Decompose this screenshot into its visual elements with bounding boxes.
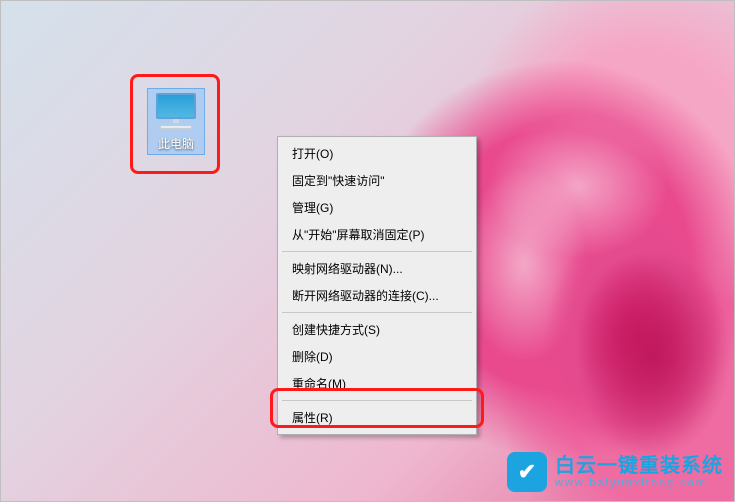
menu-unpin-start[interactable]: 从"开始"屏幕取消固定(P) bbox=[280, 221, 474, 248]
menu-properties[interactable]: 属性(R) bbox=[280, 404, 474, 431]
this-pc-label: 此电脑 bbox=[152, 135, 200, 152]
menu-disconnect-network-drive[interactable]: 断开网络驱动器的连接(C)... bbox=[280, 282, 474, 309]
menu-rename[interactable]: 重命名(M) bbox=[280, 370, 474, 397]
context-menu: 打开(O) 固定到"快速访问" 管理(G) 从"开始"屏幕取消固定(P) 映射网… bbox=[277, 136, 477, 435]
menu-separator bbox=[282, 400, 472, 401]
menu-manage[interactable]: 管理(G) bbox=[280, 194, 474, 221]
this-pc-icon bbox=[152, 93, 200, 133]
menu-delete[interactable]: 删除(D) bbox=[280, 343, 474, 370]
menu-map-network-drive[interactable]: 映射网络驱动器(N)... bbox=[280, 255, 474, 282]
watermark-subtitle: www.baiyunxitong.com bbox=[555, 477, 723, 489]
menu-separator bbox=[282, 251, 472, 252]
menu-pin-quick-access[interactable]: 固定到"快速访问" bbox=[280, 167, 474, 194]
menu-create-shortcut[interactable]: 创建快捷方式(S) bbox=[280, 316, 474, 343]
menu-open[interactable]: 打开(O) bbox=[280, 140, 474, 167]
watermark: ✔ 白云一键重装系统 www.baiyunxitong.com bbox=[507, 452, 723, 492]
watermark-title: 白云一键重装系统 bbox=[555, 455, 723, 477]
desktop-icon-this-pc[interactable]: 此电脑 bbox=[142, 88, 210, 155]
watermark-logo-icon: ✔ bbox=[507, 452, 547, 492]
menu-separator bbox=[282, 312, 472, 313]
